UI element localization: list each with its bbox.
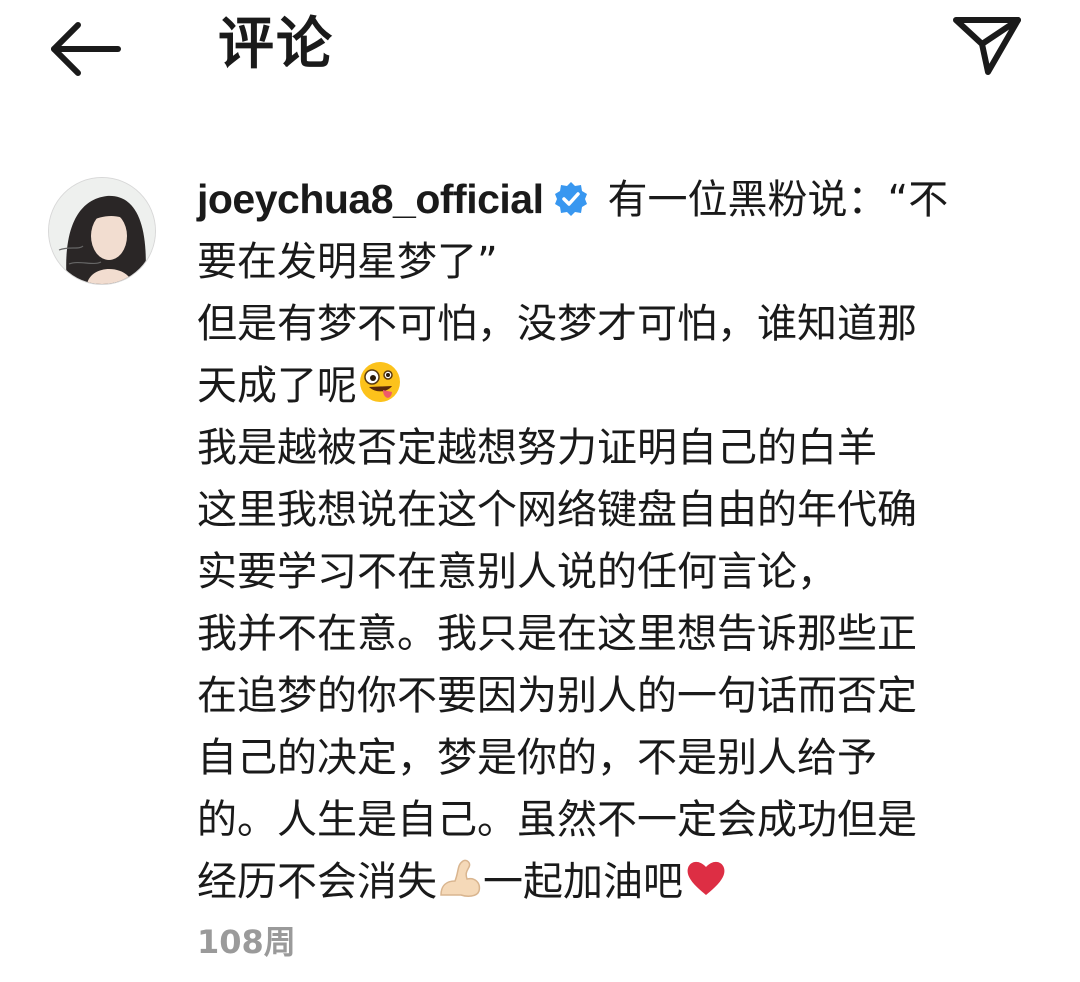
verified-badge-icon [555,182,588,216]
comment-text-line-6: 这里我想说在这个网络键盘自由的年代确 [197,487,917,533]
zany-face-emoji [360,362,400,402]
comment-line: joeychua8_official 有一位黑粉说：“不 [197,168,967,231]
top-app-bar: 评论 [0,0,1080,100]
comment-text-line-10: 自己的决定，梦是你的，不是别人给予 [197,735,877,781]
comment-text-line-8: 我并不在意。我只是在这里想告诉那些正 [197,611,917,657]
flexed-biceps-emoji [440,859,481,897]
back-button[interactable] [44,14,124,84]
comment-text-line-3: 但是有梦不可怕，没梦才可怕，谁知道那 [197,301,917,347]
page-title: 评论 [218,12,334,77]
comment-text-line-4: 天成了呢 [197,363,357,409]
comment-line: 天成了呢 [197,355,967,417]
send-icon [953,17,1021,75]
username-link[interactable]: joeychua8_official [197,176,544,222]
comment-text: joeychua8_official 有一位黑粉说：“不 要在发明星梦了” 但是… [197,168,967,913]
comment-text-line-7: 实要学习不在意别人说的任何言论， [197,549,837,595]
comment-text-line-12b: 一起加油吧 [483,859,683,905]
comment-text-line-1: 有一位黑粉说：“不 [607,177,949,223]
arrow-left-icon [51,22,121,76]
comment-text-line-5: 我是越被否定越想努力证明自己的白羊 [197,425,877,471]
comment-text-line-11: 的。人生是自己。虽然不一定会成功但是 [197,797,917,843]
comment-text-line-9: 在追梦的你不要因为别人的一句话而否定 [197,673,917,719]
share-button[interactable] [948,10,1028,80]
profile-photo [49,178,155,284]
avatar[interactable] [49,178,155,284]
comment-line: 经历不会消失 一起加油吧 [197,851,967,913]
red-heart-emoji [687,861,725,895]
comment-text-line-2: 要在发明星梦了” [197,239,498,285]
comment-text-line-12a: 经历不会消失 [197,859,437,905]
comment-meta: 108周 [197,920,296,964]
comment-timestamp: 108周 [197,923,296,961]
